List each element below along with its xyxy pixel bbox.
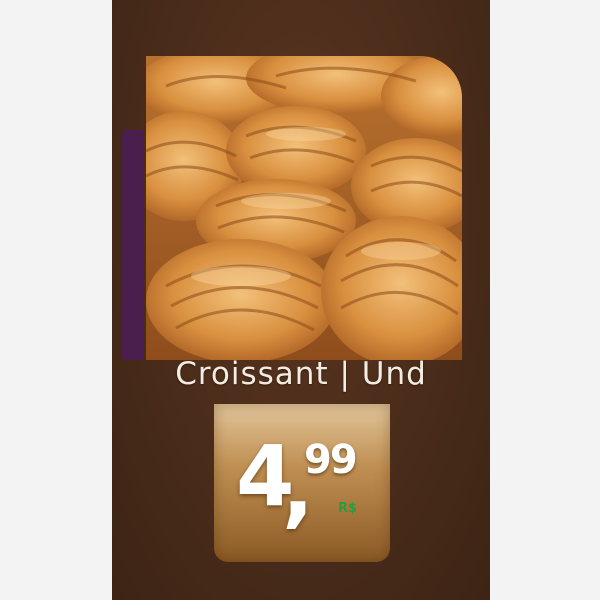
page: Croissant | Und 4 , 99 R$ — [0, 0, 600, 600]
accent-strip — [122, 130, 144, 360]
product-name: Croissant | Und — [175, 356, 427, 392]
croissant-image-icon — [146, 56, 462, 360]
croissant-photo — [146, 56, 462, 360]
price-currency: R$ — [338, 501, 358, 516]
price-cents: 99 — [304, 437, 358, 483]
